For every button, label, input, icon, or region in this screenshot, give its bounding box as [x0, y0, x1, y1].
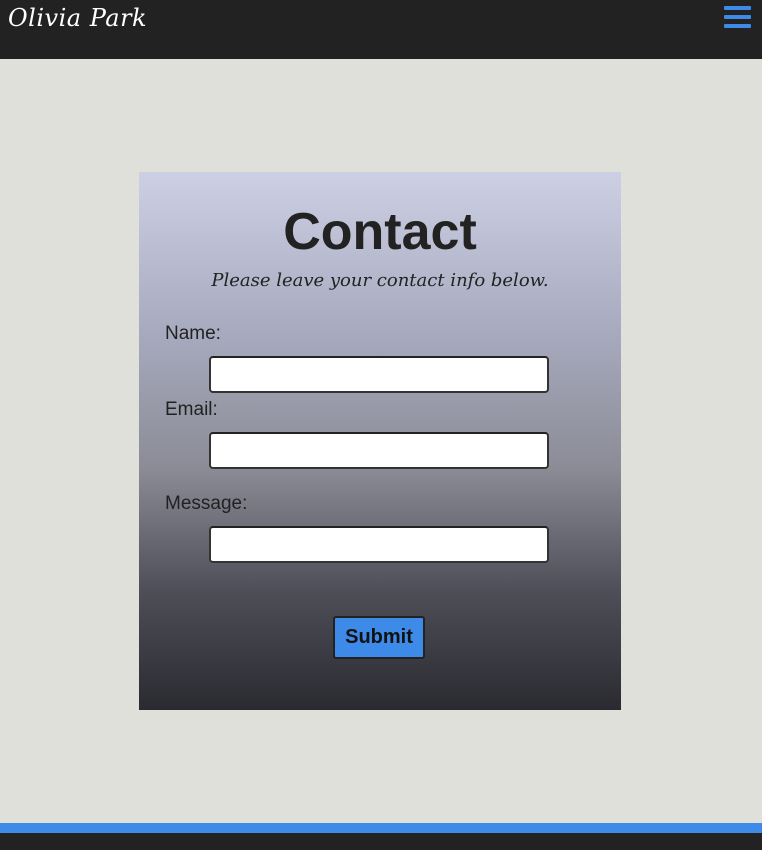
footer-accent-stripe: [0, 823, 762, 833]
hamburger-menu-icon[interactable]: [724, 6, 752, 32]
name-field[interactable]: [209, 356, 549, 393]
top-navbar: Olivia Park: [0, 0, 762, 59]
footer-bar: [0, 833, 762, 850]
email-label: Email:: [165, 399, 218, 420]
name-label: Name:: [165, 323, 221, 344]
menu-bar-line: [724, 6, 751, 10]
email-field[interactable]: [209, 432, 549, 469]
message-field[interactable]: [209, 526, 549, 563]
menu-bar-line: [724, 15, 751, 19]
contact-form-card: Contact Please leave your contact info b…: [139, 172, 621, 710]
menu-bar-line: [724, 24, 751, 28]
submit-button[interactable]: Submit: [333, 616, 425, 659]
contact-subtitle: Please leave your contact info below.: [211, 270, 549, 291]
message-label: Message:: [165, 493, 248, 514]
site-brand-logo[interactable]: Olivia Park: [8, 4, 147, 32]
contact-title: Contact: [283, 203, 477, 261]
